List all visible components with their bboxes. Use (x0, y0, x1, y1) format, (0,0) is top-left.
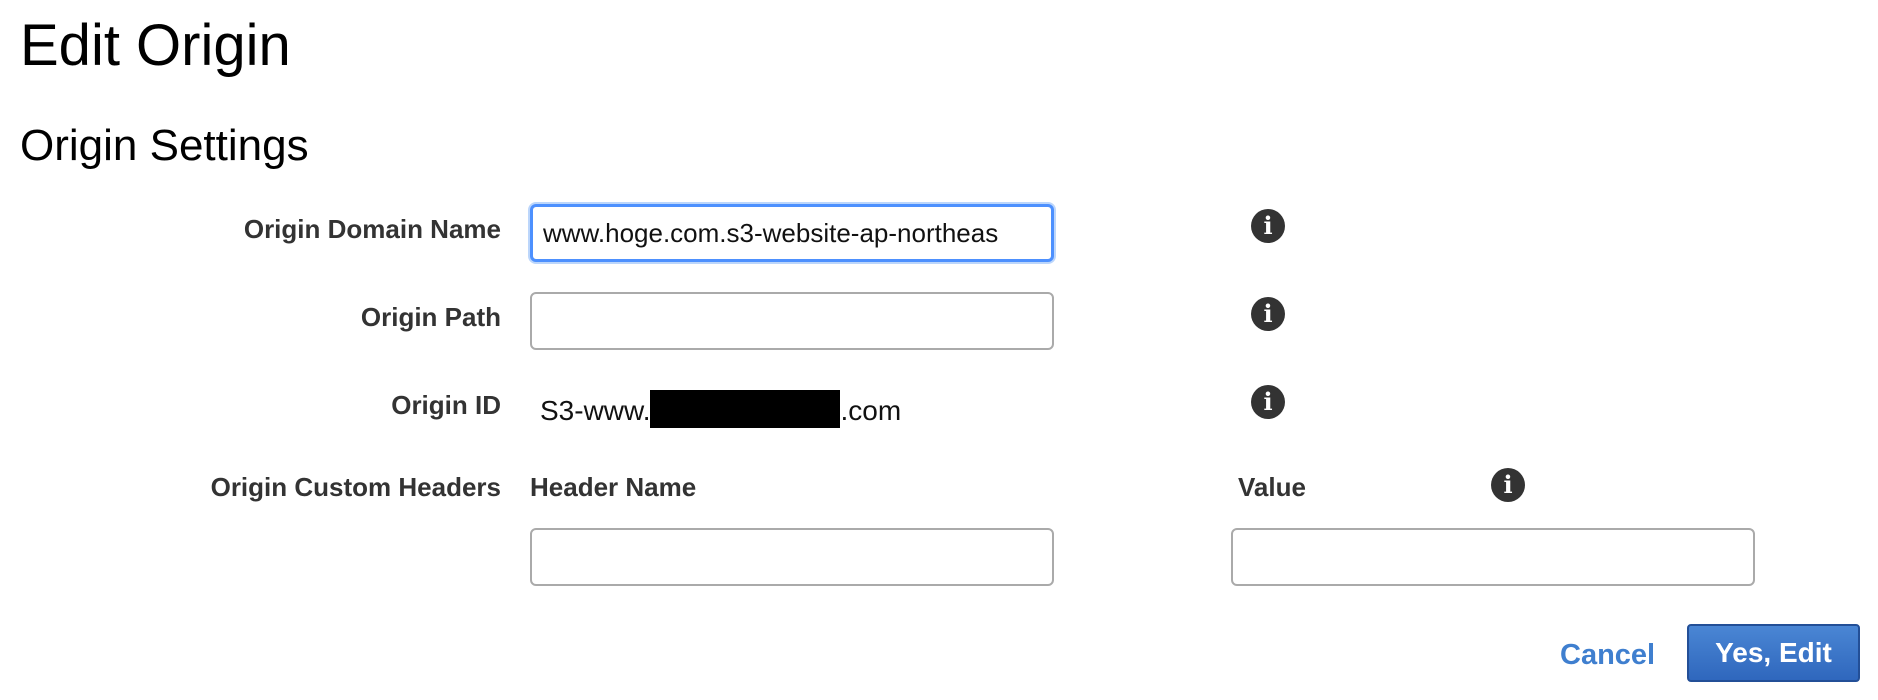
info-circle-icon[interactable]: i (1251, 385, 1285, 419)
origin-custom-headers-label: Origin Custom Headers (210, 472, 501, 502)
header-value-input[interactable] (1231, 528, 1755, 586)
origin-path-label: Origin Path (360, 302, 501, 332)
header-name-column-label: Header Name (530, 472, 697, 502)
cancel-button[interactable]: Cancel (1560, 638, 1655, 672)
origin-domain-name-input[interactable] (530, 204, 1054, 262)
origin-id-label: Origin ID (391, 390, 501, 420)
redaction-block (650, 390, 841, 428)
origin-path-input[interactable] (530, 292, 1054, 350)
yes-edit-button[interactable]: Yes, Edit (1687, 624, 1860, 682)
section-title: Origin Settings (20, 121, 309, 170)
info-circle-icon[interactable]: i (1491, 468, 1525, 502)
page-title: Edit Origin (20, 13, 291, 78)
origin-id-value: S3-www. .com (540, 390, 901, 428)
info-circle-icon[interactable]: i (1251, 209, 1285, 243)
origin-id-prefix: S3-www. (540, 395, 651, 426)
origin-id-suffix: .com (840, 395, 902, 426)
value-column-label: Value (1238, 472, 1306, 502)
info-circle-icon[interactable]: i (1251, 297, 1285, 331)
header-name-input[interactable] (530, 528, 1054, 586)
origin-domain-name-label: Origin Domain Name (243, 214, 501, 244)
